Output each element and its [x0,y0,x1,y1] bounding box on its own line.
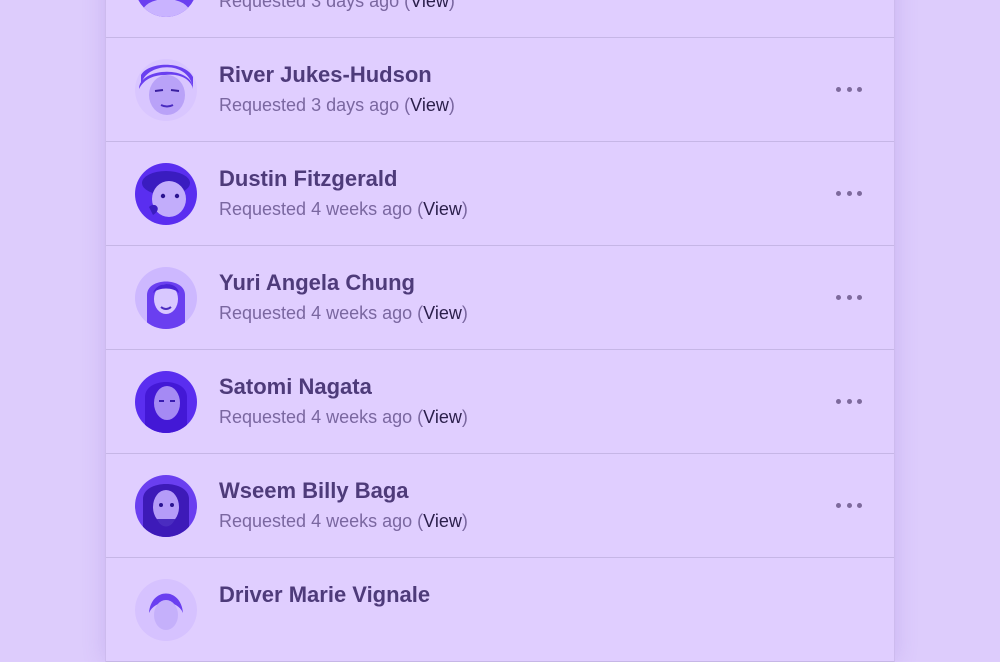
list-item: Requested 3 days ago (View) [106,0,894,38]
avatar [135,163,197,225]
more-options-icon[interactable] [836,288,862,306]
list-item: Wseem Billy Baga Requested 4 weeks ago (… [106,454,894,558]
view-link[interactable]: View [423,511,462,531]
requested-meta: Requested 4 weeks ago (View) [219,199,468,219]
avatar [135,579,197,641]
view-link[interactable]: View [423,303,462,323]
avatar [135,0,197,17]
list-item: Satomi Nagata Requested 4 weeks ago (Vie… [106,350,894,454]
list-item: Dustin Fitzgerald Requested 4 weeks ago … [106,142,894,246]
avatar [135,371,197,433]
requests-list: Requested 3 days ago (View) River Jukes-… [105,0,895,662]
more-options-icon[interactable] [836,392,862,410]
avatar [135,475,197,537]
list-item: Driver Marie Vignale [106,558,894,662]
more-options-icon[interactable] [836,184,862,202]
requested-meta: Requested 3 days ago (View) [219,95,455,115]
requester-name: River Jukes-Hudson [219,62,432,87]
view-link[interactable]: View [423,407,462,427]
requester-name: Dustin Fitzgerald [219,166,398,191]
requested-meta: Requested 3 days ago (View) [219,0,455,12]
requester-name: Wseem Billy Baga [219,478,409,503]
avatar [135,59,197,121]
requester-name: Driver Marie Vignale [219,582,431,607]
more-options-icon[interactable] [836,496,862,514]
view-link[interactable]: View [410,95,449,115]
requested-time: Requested 4 weeks ago [219,303,413,323]
list-item: Yuri Angela Chung Requested 4 weeks ago … [106,246,894,350]
requested-meta: Requested 4 weeks ago (View) [219,303,468,323]
requested-time: Requested 4 weeks ago [219,199,413,219]
requested-time: Requested 4 weeks ago [219,407,413,427]
requester-name: Yuri Angela Chung [219,270,415,295]
requester-name: Satomi Nagata [219,374,372,399]
list-item: River Jukes-Hudson Requested 3 days ago … [106,38,894,142]
avatar [135,267,197,329]
requested-time: Requested 3 days ago [219,0,400,11]
view-link[interactable]: View [423,199,462,219]
more-options-icon[interactable] [836,80,862,98]
requested-time: Requested 3 days ago [219,95,400,115]
requested-meta: Requested 4 weeks ago (View) [219,407,468,427]
view-link[interactable]: View [410,0,449,11]
requested-time: Requested 4 weeks ago [219,511,413,531]
requested-meta: Requested 4 weeks ago (View) [219,511,468,531]
